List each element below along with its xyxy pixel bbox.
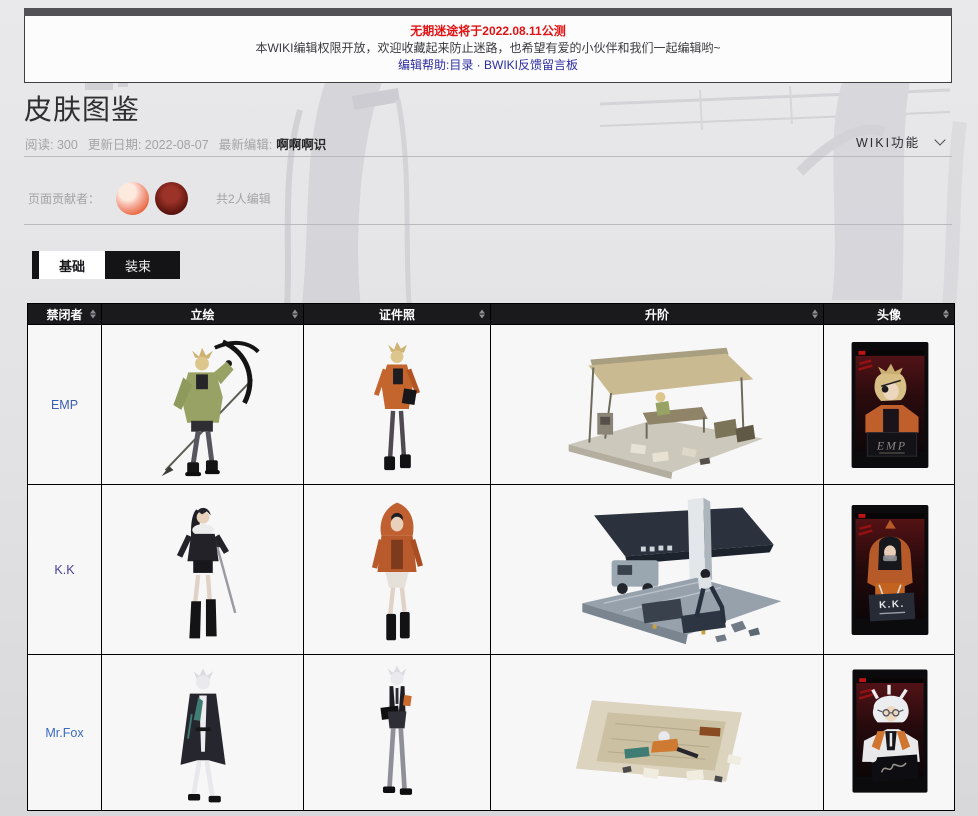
header-label: 头像 xyxy=(876,307,901,322)
tab-outfit[interactable]: 装束 xyxy=(105,251,171,279)
editor-label: 最新编辑: xyxy=(218,138,273,152)
sort-icon xyxy=(943,309,949,319)
tab-basic[interactable]: 基础 xyxy=(39,251,105,279)
sort-icon xyxy=(292,309,298,319)
mrfox-fullart-image[interactable] xyxy=(104,658,302,808)
sort-icon xyxy=(90,309,96,319)
mrfox-avatar-image[interactable] xyxy=(826,658,953,808)
edit-help-prefix: 编辑帮助: xyxy=(397,58,450,72)
header-cell-idphoto[interactable]: 证件照 xyxy=(303,303,491,325)
divider xyxy=(24,156,952,157)
mrfox-idphoto-image[interactable] xyxy=(305,658,490,808)
page-meta: 阅读: 300 更新日期: 2022-08-07 最新编辑: 啊啊啊识 xyxy=(25,134,326,153)
catalog-link[interactable]: 目录 xyxy=(449,58,473,72)
table-row-kk: K.K K.K. xyxy=(27,484,955,655)
character-link-kk[interactable]: K.K xyxy=(54,563,74,577)
emp-avatar-image[interactable]: EMP xyxy=(826,328,953,482)
emp-idphoto-image[interactable] xyxy=(305,328,490,482)
contributor-avatar-1[interactable] xyxy=(116,181,150,215)
kk-upgrade-image[interactable] xyxy=(494,488,821,652)
sort-icon xyxy=(479,309,485,319)
notice-body: 无期迷途将于2022.08.11公测 本WIKI编辑权限开放，欢迎收藏起来防止迷… xyxy=(24,16,952,83)
divider xyxy=(24,224,952,225)
character-link-mrfox[interactable]: Mr.Fox xyxy=(45,726,83,740)
table-row-mrfox: Mr.Fox xyxy=(27,654,955,811)
wiki-functions-menu[interactable]: WIKI功能 xyxy=(856,132,946,151)
kk-fullart-image[interactable] xyxy=(104,488,302,652)
table-header-row: 禁闭者 立绘 证件照 升阶 头像 xyxy=(27,303,955,325)
welcome-text: 本WIKI编辑权限开放，欢迎收藏起来防止迷路，也希望有爱的小伙伴和我们一起编辑哟… xyxy=(255,41,721,55)
wiki-page: 无期迷途将于2022.08.11公测 本WIKI编辑权限开放，欢迎收藏起来防止迷… xyxy=(0,0,978,816)
mrfox-upgrade-image[interactable] xyxy=(494,658,821,808)
chevron-down-icon xyxy=(934,134,946,146)
contributor-avatar-2[interactable] xyxy=(155,181,189,215)
contributors-count: 共2人编辑 xyxy=(216,191,271,206)
header-cell-character[interactable]: 禁闭者 xyxy=(27,303,102,325)
notice-box: 无期迷途将于2022.08.11公测 本WIKI编辑权限开放，欢迎收藏起来防止迷… xyxy=(24,8,952,83)
read-count: 阅读: 300 xyxy=(25,138,78,152)
kk-avatar-card-text: K.K. xyxy=(878,598,904,610)
notice-topbar xyxy=(24,8,952,16)
header-label: 立绘 xyxy=(190,307,215,322)
kk-avatar-image[interactable]: K.K. xyxy=(826,488,953,652)
character-link-emp[interactable]: EMP xyxy=(51,398,78,412)
header-label: 禁闭者 xyxy=(46,307,83,322)
wiki-functions-label: WIKI功能 xyxy=(856,136,921,150)
editor-name: 啊啊啊识 xyxy=(276,138,327,152)
edit-help-line: 编辑帮助:目录 · BWIKI反馈留言板 xyxy=(25,57,951,74)
contributors-label: 页面贡献者： xyxy=(28,191,101,206)
announcement-text: 无期迷途将于2022.08.11公测 xyxy=(410,24,566,38)
table-row-emp: EMP EMP xyxy=(27,324,955,485)
skin-table: 禁闭者 立绘 证件照 升阶 头像 EMP EMP K.K K.K. Mr.Fox xyxy=(27,303,955,811)
kk-idphoto-image[interactable] xyxy=(305,488,490,652)
update-date: 更新日期: 2022-08-07 xyxy=(87,138,209,152)
emp-upgrade-image[interactable] xyxy=(494,328,821,482)
help-separator: · xyxy=(473,58,484,72)
header-cell-upgrade[interactable]: 升阶 xyxy=(490,303,824,325)
emp-fullart-image[interactable] xyxy=(104,328,302,482)
sort-icon xyxy=(812,309,818,319)
header-label: 升阶 xyxy=(644,307,669,322)
header-label: 证件照 xyxy=(378,307,415,322)
header-cell-fullart[interactable]: 立绘 xyxy=(101,303,304,325)
tab-bar: 基础 装束 xyxy=(32,251,180,279)
header-cell-avatar[interactable]: 头像 xyxy=(823,303,955,325)
page-title: 皮肤图鉴 xyxy=(24,95,141,126)
feedback-board-link[interactable]: BWIKI反馈留言板 xyxy=(484,58,578,72)
emp-avatar-card-text: EMP xyxy=(875,438,906,452)
contributors-row: 页面贡献者： 共2人编辑 xyxy=(28,178,271,218)
